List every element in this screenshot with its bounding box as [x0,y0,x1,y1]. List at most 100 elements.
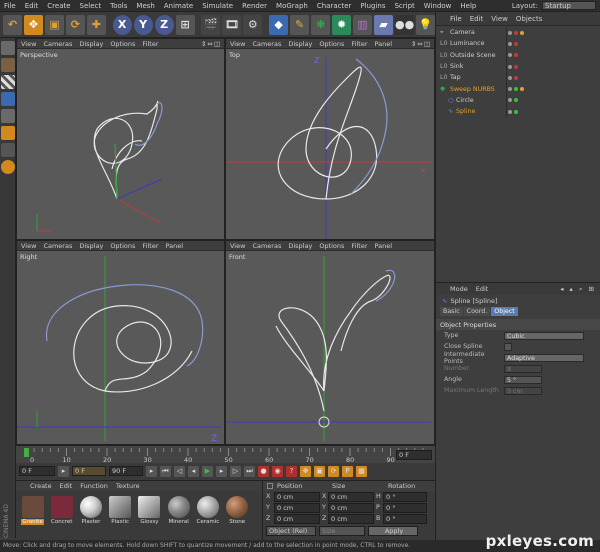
menu-tools[interactable]: Tools [110,2,127,10]
object-row[interactable]: L0 Luminance [436,38,600,50]
menu-mograph[interactable]: MoGraph [276,2,308,10]
object-row[interactable]: ⌖ Camera [436,27,600,39]
stepper-icon[interactable]: ▸ [58,465,69,477]
object-row[interactable]: ○ Circle [436,94,600,107]
rotation-field[interactable]: 0 ° [383,491,427,502]
rotation-field[interactable]: 0 ° [383,502,427,513]
menu-create[interactable]: Create [47,2,70,10]
x-axis-lock-icon[interactable]: X [112,14,132,35]
viewport-nav-icons[interactable]: ⇕⇔◫ [201,40,221,48]
menu-plugins[interactable]: Plugins [360,2,385,10]
prev-key-icon[interactable]: ◁ [174,465,185,477]
menu-character[interactable]: Character [317,2,352,10]
scale-tool-icon[interactable]: ▣ [44,14,64,35]
vp-menu-panel[interactable]: Panel [166,242,184,250]
vp-menu-cameras[interactable]: Cameras [252,40,281,48]
viewport-front[interactable]: View Cameras Display Options Filter Pane… [225,240,435,445]
go-to-end-icon[interactable]: ⏭ [244,465,255,477]
z-axis-lock-icon[interactable]: Z [154,14,174,35]
vp-menu-options[interactable]: Options [319,40,344,48]
size-field[interactable]: 0 cm [328,491,374,502]
next-frame-icon[interactable]: ▸ [216,465,227,477]
stepper-icon[interactable]: ▸ [146,465,157,477]
tab-object[interactable]: Object [491,307,518,316]
size-field[interactable]: 0 cm [328,513,374,524]
y-axis-lock-icon[interactable]: Y [133,14,153,35]
apply-button[interactable]: Apply [368,526,418,536]
obj-menu-file[interactable]: File [450,15,462,23]
object-row[interactable]: L0 Outside Scene [436,49,600,61]
material-swatch[interactable]: Granite [20,493,45,533]
mat-menu-function[interactable]: Function [80,482,108,490]
object-row-selected[interactable]: ❋ Sweep NURBS [436,83,600,95]
nurbs-icon[interactable]: ❋ [311,14,331,35]
position-field[interactable]: 0 cm [274,491,320,502]
play-icon[interactable]: ▶ [202,465,213,477]
timeline-end-field[interactable]: 0 F [396,450,432,460]
prev-frame-icon[interactable]: ◂ [188,465,199,477]
pla-key-icon[interactable]: ▦ [356,465,367,477]
render-settings-icon[interactable]: ⚙ [243,14,263,35]
vp-menu-view[interactable]: View [21,242,36,250]
snap-icon[interactable] [1,160,15,174]
object-row[interactable]: L0 Sink [436,60,600,73]
vp-menu-display[interactable]: Display [79,242,103,250]
type-dropdown[interactable]: Cubic [504,331,584,340]
edges-mode-icon[interactable] [1,109,15,123]
vp-menu-view[interactable]: View [230,40,245,48]
vp-menu-view[interactable]: View [230,242,245,250]
viewport-perspective[interactable]: View Cameras Display Options Filter ⇕⇔◫ … [16,38,225,240]
vp-menu-display[interactable]: Display [288,242,312,250]
object-row-selected[interactable]: ∿ Spline [436,106,600,118]
material-swatch[interactable]: Concret [49,493,74,533]
model-mode-icon[interactable] [1,41,15,55]
attr-nav-icons[interactable]: ◂ ▴ ⌕ ⊞ [560,285,596,294]
vp-menu-display[interactable]: Display [288,40,312,48]
viewport-right[interactable]: View Cameras Display Options Filter Pane… [16,240,225,445]
material-swatch[interactable]: Plaster [78,493,103,533]
array-icon[interactable]: ✹ [332,14,352,35]
coord-checkbox[interactable] [267,483,273,489]
scale-key-icon[interactable]: ▣ [314,465,325,477]
vp-menu-display[interactable]: Display [79,40,103,48]
move-tool-icon[interactable]: ✥ [23,14,43,35]
points-mode-icon[interactable] [1,92,15,106]
object-row[interactable]: L0 Tap [436,72,600,84]
rotation-field[interactable]: 0 ° [383,513,427,524]
go-to-start-icon[interactable]: ⏮ [160,465,171,477]
render-view-icon[interactable]: 🎬 [201,14,221,35]
menu-window[interactable]: Window [424,2,452,10]
vp-menu-cameras[interactable]: Cameras [252,242,281,250]
vp-menu-filter[interactable]: Filter [142,242,158,250]
current-frame-field[interactable]: 0 F [72,466,106,476]
vp-menu-options[interactable]: Options [110,242,135,250]
vp-menu-filter[interactable]: Filter [351,242,367,250]
rotation-key-icon[interactable]: ⟳ [328,465,339,477]
size-mode-dropdown[interactable]: Size [319,526,365,536]
number-field[interactable]: 8 [504,364,542,373]
rotate-tool-icon[interactable]: ⟳ [65,14,85,35]
autokey-icon[interactable]: ◉ [272,465,283,477]
tab-basic[interactable]: Basic [440,307,463,316]
menu-animate[interactable]: Animate [164,2,193,10]
axis-mode-icon[interactable] [1,143,15,157]
undo-icon[interactable]: ↶ [3,14,22,35]
checker-texture-icon[interactable] [1,75,15,89]
floor-icon[interactable]: ▰ [374,14,393,35]
record-icon[interactable]: ● [258,465,269,477]
menu-simulate[interactable]: Simulate [202,2,233,10]
obj-menu-view[interactable]: View [491,15,508,23]
attr-menu-mode[interactable]: Mode [450,285,468,293]
vp-menu-options[interactable]: Options [319,242,344,250]
position-field[interactable]: 0 cm [274,502,320,513]
coord-mode-dropdown[interactable]: Object (Rel) [266,526,316,536]
menu-render[interactable]: Render [242,2,267,10]
vp-menu-cameras[interactable]: Cameras [43,40,72,48]
close-spline-checkbox[interactable] [504,342,512,351]
vp-menu-options[interactable]: Options [110,40,135,48]
max-length-field[interactable]: 5 cm [504,386,542,395]
vp-menu-filter[interactable]: Filter [142,40,158,48]
position-field[interactable]: 0 cm [274,513,320,524]
material-swatch[interactable]: Glossy [137,493,162,533]
start-frame-field[interactable]: 0 F [19,466,55,476]
